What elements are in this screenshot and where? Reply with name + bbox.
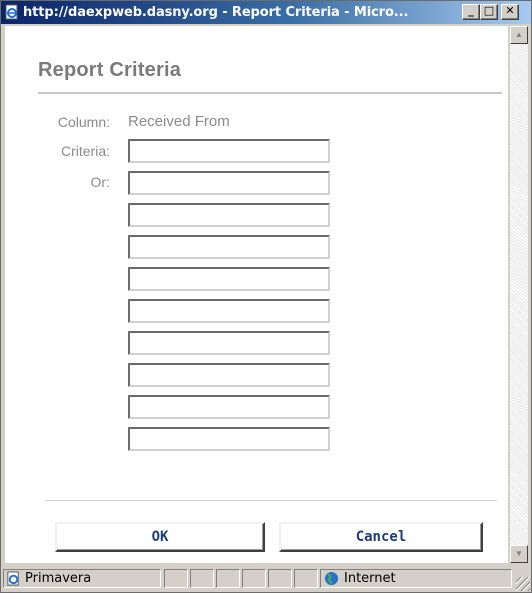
scroll-down-arrow-icon[interactable]: ▼ (510, 545, 528, 563)
zone-text: Internet (344, 571, 396, 586)
status-pane (242, 569, 266, 588)
column-value: Received From (128, 113, 230, 130)
or-label: Or: (90, 174, 110, 190)
title-bar[interactable]: http://daexpweb.dasny.org - Report Crite… (1, 1, 531, 24)
maximize-button[interactable]: □ (480, 4, 498, 20)
status-pane (190, 569, 214, 588)
minimize-button[interactable]: _ (462, 4, 480, 20)
globe-icon (324, 571, 339, 586)
or-input-6[interactable] (128, 331, 330, 355)
page-title: Report Criteria (38, 59, 182, 81)
ie-page-icon (7, 571, 19, 586)
or-input-2[interactable] (128, 203, 330, 227)
close-button[interactable]: ✕ (501, 4, 519, 20)
page-content: Report Criteria Column: Received From Cr… (5, 26, 508, 563)
or-input-8[interactable] (128, 395, 330, 419)
or-input-3[interactable] (128, 235, 330, 259)
status-pane (216, 569, 240, 588)
criteria-label: Criteria: (60, 143, 110, 159)
or-input-4[interactable] (128, 267, 330, 291)
scroll-up-arrow-icon[interactable]: ▲ (510, 26, 528, 44)
status-pane-main: Primavera (3, 569, 161, 588)
cancel-button[interactable]: Cancel (279, 522, 483, 552)
ie-page-icon (5, 4, 18, 20)
resize-grip-icon[interactable] (516, 577, 530, 591)
status-pane (164, 569, 188, 588)
status-pane (294, 569, 318, 588)
or-input-7[interactable] (128, 363, 330, 387)
criteria-input[interactable] (128, 139, 330, 163)
status-pane (268, 569, 292, 588)
title-divider (38, 92, 502, 94)
window-title: http://daexpweb.dasny.org - Report Crite… (23, 5, 409, 20)
buttons-divider (45, 500, 497, 501)
status-text: Primavera (25, 571, 92, 586)
or-input-1[interactable] (128, 171, 330, 195)
browser-popup-window: http://daexpweb.dasny.org - Report Crite… (0, 0, 532, 593)
security-zone-pane: Internet (320, 569, 512, 588)
vertical-scrollbar[interactable]: ▲ ▼ (510, 26, 528, 563)
or-input-5[interactable] (128, 299, 330, 323)
status-bar: Primavera Internet (1, 567, 531, 592)
or-input-9[interactable] (128, 427, 330, 451)
ok-button[interactable]: OK (55, 522, 265, 552)
column-label: Column: (57, 114, 110, 130)
